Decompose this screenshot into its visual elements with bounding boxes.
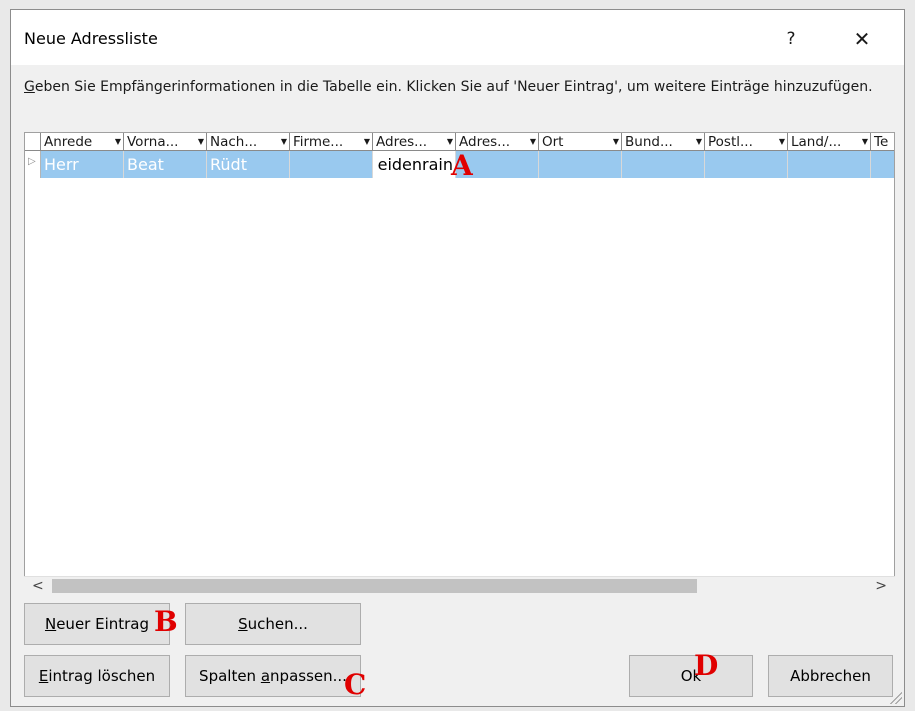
column-label: Ort — [542, 134, 564, 150]
instruction-body: eben Sie Empfängerinformationen in die T… — [34, 79, 873, 95]
cell-ort[interactable] — [539, 151, 622, 178]
cell-anrede[interactable]: Herr — [41, 151, 124, 178]
cell-nachname[interactable]: Rüdt — [207, 151, 290, 178]
dropdown-arrow-icon[interactable]: ▼ — [862, 133, 868, 150]
column-label: Adres... — [459, 134, 511, 150]
cell-postleitzahl[interactable] — [705, 151, 788, 178]
address-list-dialog: Neue Adressliste ? ✕ Geben Sie Empfänger… — [10, 9, 905, 707]
title-bar: Neue Adressliste ? ✕ — [11, 10, 904, 65]
button-accel: E — [38, 667, 49, 685]
button-label: intrag löschen — [48, 667, 156, 685]
cell-telefon[interactable] — [871, 151, 894, 178]
cell-bundesland[interactable] — [622, 151, 705, 178]
dropdown-arrow-icon[interactable]: ▼ — [115, 133, 121, 150]
column-label: Bund... — [625, 134, 673, 150]
button-label-pre: Spalten — [199, 667, 261, 685]
instruction-text: Geben Sie Empfängerinformationen in die … — [24, 77, 874, 98]
annotation-marker-d: D — [694, 649, 719, 682]
delete-entry-button[interactable]: Eintrag löschen — [24, 655, 170, 697]
button-label: npassen... — [270, 667, 347, 685]
annotation-marker-b: B — [154, 605, 178, 638]
dropdown-arrow-icon[interactable]: ▼ — [281, 133, 287, 150]
corner-cell — [25, 133, 41, 151]
horizontal-scrollbar[interactable]: < > — [24, 576, 895, 595]
column-label: Te — [874, 134, 889, 150]
button-label: euer Eintrag — [56, 615, 150, 633]
cell-land[interactable] — [788, 151, 871, 178]
dialog-title: Neue Adressliste — [24, 29, 158, 48]
customize-columns-button[interactable]: Spalten anpassen... — [185, 655, 361, 697]
column-header-anrede[interactable]: Anrede ▼ — [41, 133, 124, 151]
scroll-right-icon[interactable]: > — [875, 577, 887, 596]
column-header-land[interactable]: Land/... ▼ — [788, 133, 871, 151]
cell-vorname[interactable]: Beat — [124, 151, 207, 178]
column-header-ort[interactable]: Ort ▼ — [539, 133, 622, 151]
button-accel: N — [44, 615, 57, 633]
column-header-nachname[interactable]: Nach... ▼ — [207, 133, 290, 151]
background-edge — [905, 0, 915, 711]
column-label: Nach... — [210, 134, 258, 150]
column-header-firmenname[interactable]: Firme... ▼ — [290, 133, 373, 151]
scroll-left-icon[interactable]: < — [32, 577, 44, 596]
dropdown-arrow-icon[interactable]: ▼ — [198, 133, 204, 150]
cell-edit-text: eidenrain — [377, 155, 453, 174]
column-label: Firme... — [293, 134, 344, 150]
cell-adresszeile1-editor[interactable]: eidenrain — [373, 151, 456, 178]
column-label: Adres... — [376, 134, 428, 150]
column-label: Anrede — [44, 134, 93, 150]
close-button[interactable]: ✕ — [844, 24, 880, 54]
dropdown-arrow-icon[interactable]: ▼ — [696, 133, 702, 150]
row-indicator-icon: ▷ — [28, 156, 36, 167]
dropdown-arrow-icon[interactable]: ▼ — [779, 133, 785, 150]
annotation-marker-a: A — [451, 149, 473, 182]
column-header-vorname[interactable]: Vorna... ▼ — [124, 133, 207, 151]
dropdown-arrow-icon[interactable]: ▼ — [364, 133, 370, 150]
column-label: Postl... — [708, 134, 753, 150]
column-header-postleitzahl[interactable]: Postl... ▼ — [705, 133, 788, 151]
column-header-telefon[interactable]: Te — [871, 133, 894, 151]
dropdown-arrow-icon[interactable]: ▼ — [613, 133, 619, 150]
button-accel: S — [238, 615, 248, 633]
column-header-bundesland[interactable]: Bund... ▼ — [622, 133, 705, 151]
help-button[interactable]: ? — [776, 24, 806, 54]
ok-button[interactable]: Ok — [629, 655, 753, 697]
scrollbar-thumb[interactable] — [52, 579, 697, 593]
column-label: Vorna... — [127, 134, 179, 150]
button-accel: a — [260, 667, 271, 685]
column-header-adresszeile1[interactable]: Adres... ▼ — [373, 133, 456, 151]
cell-firmenname[interactable] — [290, 151, 373, 178]
resize-grip-icon[interactable] — [890, 692, 902, 704]
column-label: Land/... — [791, 134, 842, 150]
dropdown-arrow-icon[interactable]: ▼ — [530, 133, 536, 150]
button-label: uchen... — [247, 615, 308, 633]
search-button[interactable]: Suchen... — [185, 603, 361, 645]
cancel-button[interactable]: Abbrechen — [768, 655, 893, 697]
annotation-marker-c: C — [344, 668, 367, 701]
address-table[interactable]: Anrede ▼ Vorna... ▼ Nach... ▼ Firme... ▼ Adr… — [24, 132, 895, 595]
row-selector[interactable]: ▷ — [25, 151, 41, 178]
instruction-accel: G — [24, 79, 35, 95]
new-entry-button[interactable]: Neuer Eintrag — [24, 603, 170, 645]
